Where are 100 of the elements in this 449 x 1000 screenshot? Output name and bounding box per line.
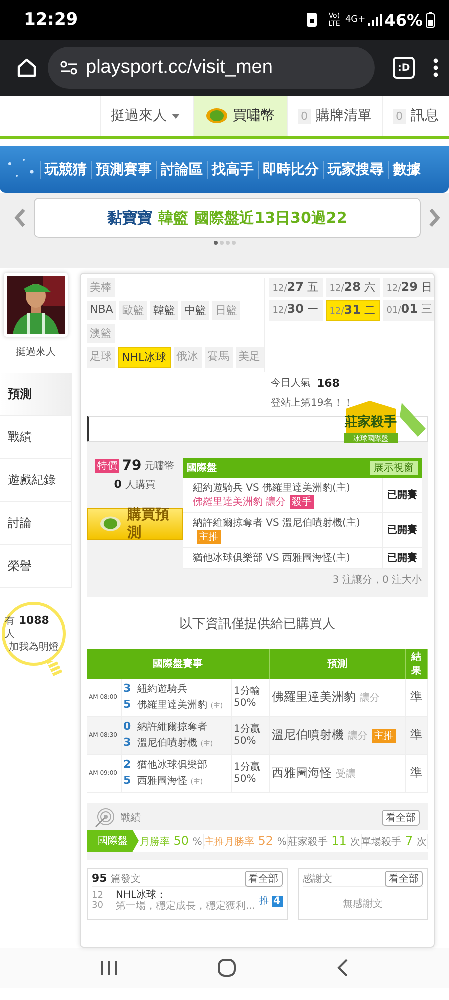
push-label: 推 — [260, 895, 270, 908]
push-count: 4 — [272, 896, 283, 906]
section-title: 戰績 — [121, 812, 142, 825]
score: 0 — [124, 719, 132, 734]
date-tab[interactable]: 12/29 日 — [382, 278, 434, 297]
nav-link[interactable]: 討論區 — [156, 160, 207, 178]
address-bar[interactable]: playsport.cc/visit_men — [48, 47, 375, 89]
result-cell: 準 — [406, 716, 428, 754]
pick-team: 溫尼伯噴射機 — [272, 728, 345, 742]
post-item[interactable]: NHL冰球： 第一場，穩定成長，穩定獲利... — [116, 890, 256, 912]
score: 5 — [124, 697, 132, 712]
date-tab[interactable]: 12/27 五 — [268, 278, 323, 297]
pick-team: 西雅圖海怪 — [272, 766, 333, 780]
nav-link[interactable]: 玩家搜尋 — [323, 160, 388, 178]
view-all-button[interactable]: 看全部 — [244, 870, 283, 886]
side-menu-item[interactable]: 遊戲紀錄 — [0, 459, 72, 502]
empty-text: 無感謝文 — [342, 898, 384, 911]
count-badge: 0 — [393, 108, 406, 124]
popularity-value: 168 — [317, 376, 340, 390]
page-dot[interactable] — [214, 241, 218, 245]
view-all-button[interactable]: 看全部 — [385, 870, 423, 886]
team-name: 紐約遊騎兵 — [138, 684, 188, 695]
side-menu-item[interactable]: 戰績 — [0, 416, 72, 459]
view-all-button[interactable]: 看全部 — [382, 810, 420, 826]
pick-tag: 主推 — [197, 530, 221, 544]
popularity-label: 今日人氣 — [271, 377, 311, 390]
lock-icon — [307, 13, 318, 27]
home-icon[interactable] — [217, 958, 238, 978]
league-label: 韓籃 — [158, 208, 189, 228]
caret-icon — [172, 114, 180, 118]
fans-caption: 加我為明燈 — [9, 641, 59, 654]
sport-filter[interactable]: 中籃 — [181, 301, 210, 320]
stat-text: 月勝率 50 % — [139, 834, 204, 848]
page-dot[interactable] — [220, 241, 224, 245]
post-count: 95 — [92, 872, 108, 884]
column-header: 預測 — [269, 649, 406, 679]
network-label: 4G+ — [345, 15, 366, 25]
nav-link[interactable]: 預測賽事 — [91, 160, 156, 178]
team-name: 佛羅里達美洲豹 — [138, 700, 208, 711]
column-header: 國際盤賽事 — [87, 649, 270, 679]
pick-tag: 主推 — [372, 729, 396, 743]
summary-text: 3 注讓分，0 注大小 — [332, 574, 422, 587]
recents-icon[interactable] — [100, 960, 118, 976]
date-tab[interactable]: 12/28 六 — [326, 278, 380, 297]
page-dot[interactable] — [232, 241, 236, 245]
fans-unit: 人 — [5, 629, 15, 640]
show-window-button[interactable]: 展示視窗 — [370, 461, 418, 475]
fans-count: 1088 — [18, 614, 50, 627]
coin-icon — [100, 516, 122, 532]
sale-tag: 特價 — [95, 459, 120, 473]
pick-team: 佛羅里達美洲豹 — [272, 690, 357, 704]
side-menu-item[interactable]: 榮譽 — [0, 545, 72, 588]
battery-icon — [426, 12, 435, 28]
buy-coins-button[interactable]: 買嘯幣 — [193, 96, 287, 136]
tune-icon[interactable] — [60, 61, 78, 75]
banner-card[interactable]: 黏寶寶 韓籃 國際盤近13日30過22 — [34, 198, 421, 238]
pick-type: 受讓 — [336, 769, 356, 780]
nav-link[interactable]: 即時比分 — [258, 160, 323, 178]
back-icon[interactable] — [337, 959, 350, 977]
sport-filter[interactable]: NBA — [87, 301, 116, 320]
date-tab[interactable]: 01/01 三 — [382, 300, 434, 321]
pick-type: 讓分 — [348, 731, 368, 742]
page-dot[interactable] — [226, 241, 230, 245]
cart-link[interactable]: 購牌清單 — [316, 107, 372, 125]
nav-link[interactable]: 找高手 — [207, 160, 258, 178]
matchup-text: 猶他冰球俱樂部 VS 西雅圖海怪(主) — [193, 552, 352, 565]
price-value: 79 — [122, 458, 142, 474]
nav-link[interactable]: 玩競猜 — [40, 160, 91, 178]
post-day: 30 — [92, 901, 112, 911]
section-title: 感謝文 — [302, 872, 333, 886]
signal-icon — [368, 14, 382, 26]
rank-text: 登站上第19名！！ — [270, 396, 355, 411]
coin-icon — [206, 108, 228, 124]
status-text: 已開賽 — [382, 548, 422, 568]
score: 2 — [124, 757, 132, 772]
sport-filter[interactable]: NHL冰球 — [118, 347, 171, 368]
sport-filter[interactable]: 韓籃 — [150, 301, 178, 320]
buy-prediction-button[interactable]: 購買預測 — [87, 508, 183, 540]
url-text: playsport.cc/visit_men — [86, 57, 273, 79]
date-tab[interactable]: 12/31 二 — [326, 300, 380, 321]
menu-icon[interactable] — [433, 58, 439, 78]
date-tab[interactable]: 12/30 一 — [268, 300, 323, 321]
side-menu-item[interactable]: 預測 — [0, 373, 72, 416]
status-text: 已開賽 — [382, 478, 422, 512]
stat-text: 主推月勝率 52 % — [204, 834, 288, 848]
notice-text: 以下資訊僅提供給已購買人 — [178, 616, 336, 633]
score: 3 — [124, 735, 132, 750]
card-title: 國際盤 — [187, 462, 217, 475]
messages-link[interactable]: 訊息 — [411, 107, 439, 125]
team-name: 西雅圖海怪 — [138, 776, 188, 787]
pick-type: 讓分 — [360, 693, 380, 704]
percent-text: 50% — [234, 774, 258, 786]
count-badge: 0 — [298, 108, 311, 124]
stat-text: 單場殺手 7 次 — [362, 834, 428, 848]
record-text: 國際盤近13日30過22 — [194, 208, 348, 228]
stat-text: 莊家殺手 11 次 — [288, 834, 362, 848]
tab-switcher[interactable]: :D — [393, 57, 415, 79]
side-menu-item[interactable]: 討論 — [0, 502, 72, 545]
status-text: 已開賽 — [382, 513, 422, 547]
nav-link[interactable]: 數據 — [388, 160, 425, 178]
